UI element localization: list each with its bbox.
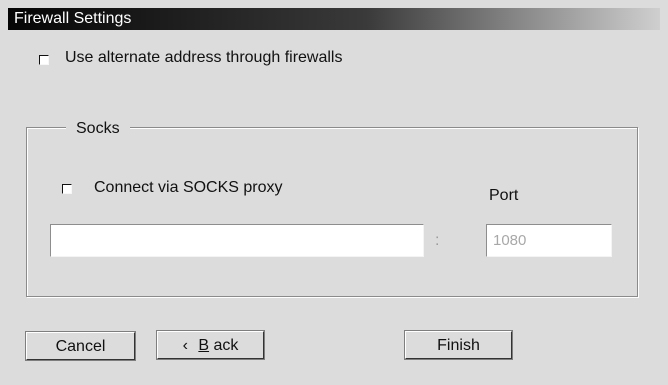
window-title-bar: Firewall Settings xyxy=(8,8,660,30)
window-title: Firewall Settings xyxy=(14,10,132,27)
cancel-button-label: Cancel xyxy=(55,338,106,355)
socks-group-title: Socks xyxy=(66,120,130,138)
back-button[interactable]: ‹ B ack xyxy=(157,331,264,359)
host-port-separator: : xyxy=(435,232,440,249)
socks-groupbox xyxy=(26,127,638,297)
socks-proxy-checkbox[interactable] xyxy=(62,184,72,194)
back-button-mnemonic: B xyxy=(198,337,210,354)
socks-port-input[interactable] xyxy=(486,224,612,257)
finish-button[interactable]: Finish xyxy=(405,331,512,359)
chevron-left-icon: ‹ xyxy=(182,337,188,354)
alternate-address-label: Use alternate address through firewalls xyxy=(65,49,343,66)
alternate-address-checkbox[interactable] xyxy=(39,55,49,65)
port-label: Port xyxy=(489,187,519,204)
socks-proxy-label: Connect via SOCKS proxy xyxy=(94,179,283,196)
socks-host-input[interactable] xyxy=(50,224,424,257)
finish-button-label: Finish xyxy=(437,337,480,354)
back-button-suffix: ack xyxy=(213,337,239,354)
cancel-button[interactable]: Cancel xyxy=(26,332,135,360)
